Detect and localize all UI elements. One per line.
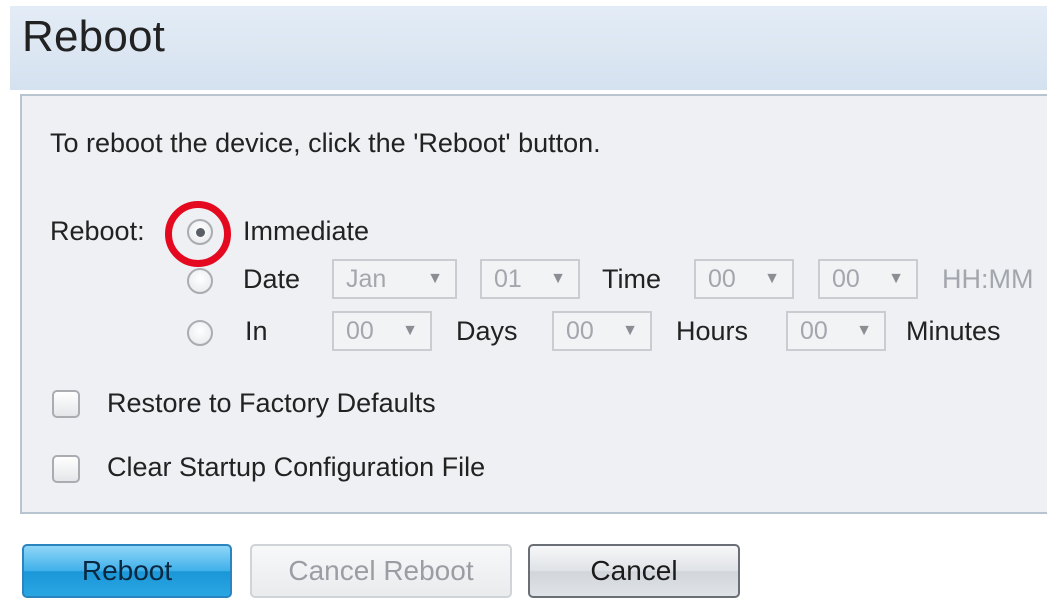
reboot-button[interactable]: Reboot (22, 544, 232, 598)
in-label: In (245, 316, 268, 346)
restore-factory-checkbox[interactable] (52, 390, 80, 418)
minutes-select[interactable]: 00 ▼ (786, 311, 886, 351)
radio-in[interactable] (187, 320, 213, 346)
chevron-down-icon: ▼ (550, 270, 566, 287)
days-select-value: 00 (346, 317, 374, 345)
time-label: Time (602, 264, 661, 294)
hours-label: Hours (676, 316, 749, 346)
minute-select[interactable]: 00 ▼ (818, 259, 918, 299)
clear-startup-checkbox[interactable] (52, 455, 80, 483)
month-select[interactable]: Jan ▼ (332, 259, 457, 299)
minutes-label: Minutes (906, 316, 1001, 346)
hour-select[interactable]: 00 ▼ (694, 259, 794, 299)
hours-select[interactable]: 00 ▼ (552, 311, 652, 351)
minutes-select-value: 00 (800, 317, 828, 345)
days-label: Days (456, 316, 518, 346)
chevron-down-icon: ▼ (856, 322, 872, 339)
cancel-button[interactable]: Cancel (528, 544, 740, 598)
cancel-reboot-button[interactable]: Cancel Reboot (250, 544, 512, 598)
days-select[interactable]: 00 ▼ (332, 311, 432, 351)
radio-date[interactable] (187, 268, 213, 294)
chevron-down-icon: ▼ (764, 270, 780, 287)
hour-select-value: 00 (708, 265, 736, 293)
chevron-down-icon: ▼ (427, 270, 443, 287)
hours-select-value: 00 (566, 317, 594, 345)
reboot-page: Reboot To reboot the device, click the '… (0, 0, 1047, 606)
month-select-value: Jan (346, 265, 387, 293)
restore-factory-label: Restore to Factory Defaults (107, 388, 436, 418)
minute-select-value: 00 (832, 265, 860, 293)
reboot-label: Reboot: (50, 216, 145, 246)
time-format-hint: HH:MM (942, 264, 1034, 294)
immediate-label: Immediate (243, 216, 370, 246)
day-select-value: 01 (494, 265, 522, 293)
page-title: Reboot (22, 12, 166, 61)
date-label: Date (243, 264, 301, 294)
instructions-text: To reboot the device, click the 'Reboot'… (50, 128, 601, 158)
chevron-down-icon: ▼ (622, 322, 638, 339)
chevron-down-icon: ▼ (888, 270, 904, 287)
chevron-down-icon: ▼ (402, 322, 418, 339)
highlight-circle (165, 201, 231, 267)
clear-startup-label: Clear Startup Configuration File (107, 452, 486, 482)
title-bar (10, 6, 1047, 90)
day-select[interactable]: 01 ▼ (480, 259, 580, 299)
